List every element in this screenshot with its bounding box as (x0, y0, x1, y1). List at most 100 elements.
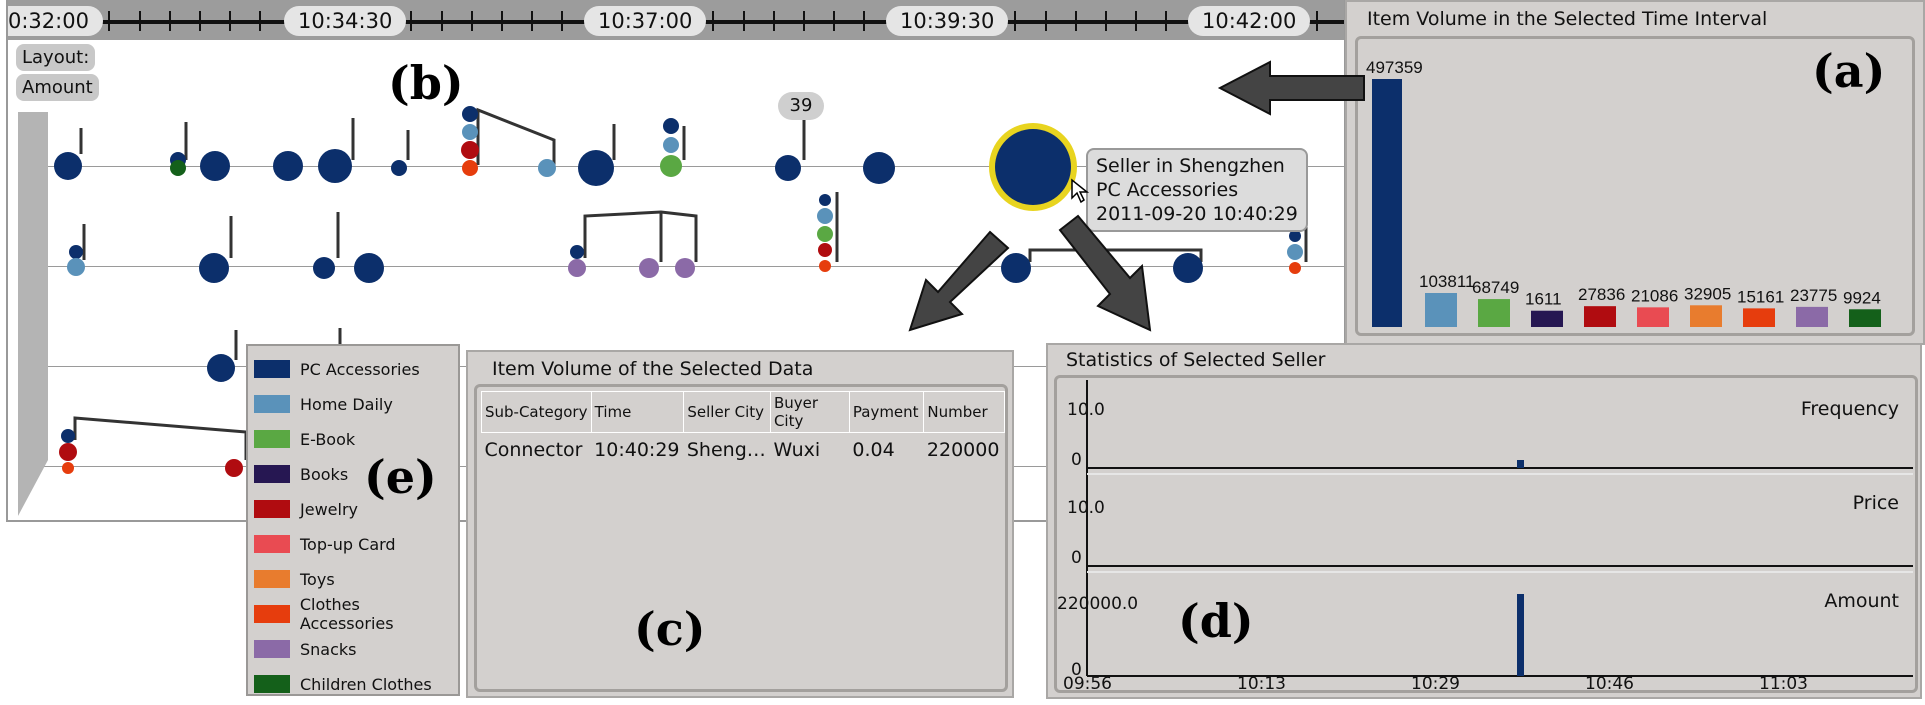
item-glyph[interactable] (660, 118, 686, 177)
volume-bar[interactable] (1796, 306, 1828, 327)
tooltip-seller: Seller in Shengzhen (1096, 155, 1285, 177)
x-tick: 11:03 (1759, 674, 1808, 694)
volume-bar[interactable] (1425, 293, 1457, 327)
selected-data-panel: Item Volume of the Selected Data Sub-Cat… (466, 350, 1014, 698)
legend-label: Snacks (300, 639, 357, 659)
legend-item[interactable]: Jewelry (254, 492, 358, 526)
item-glyph[interactable] (391, 130, 410, 176)
item-glyph[interactable] (863, 152, 895, 184)
volume-bar[interactable] (1849, 309, 1881, 327)
cell-subcategory: Connector (484, 439, 583, 461)
count-badge: 39 (778, 92, 824, 120)
item-glyph[interactable] (199, 216, 233, 283)
legend-swatch (254, 535, 290, 553)
category-legend: PC Accessories Home Daily E-Book Books Jewel… (246, 344, 460, 696)
volume-bar-label: 1611 (1525, 290, 1562, 309)
cell-seller-city: Sheng… (686, 439, 766, 461)
legend-item[interactable]: Books (254, 457, 348, 491)
legend-swatch (254, 465, 290, 483)
selected-panel-title: Item Volume of the Selected Data (492, 358, 814, 380)
item-glyph[interactable] (273, 151, 303, 181)
item-glyph[interactable] (578, 124, 616, 186)
item-glyph[interactable] (313, 212, 340, 279)
frequency-label: Frequency (1800, 398, 1899, 420)
column-header-seller-city[interactable]: Seller City (683, 391, 771, 433)
figure-label-c: (c) (634, 602, 706, 656)
legend-swatch (254, 360, 290, 378)
tooltip-category: PC Accessories (1096, 179, 1239, 201)
column-header-buyer-city[interactable]: Buyer City (769, 391, 850, 433)
legend-item[interactable]: Clothes Accessories (254, 595, 458, 633)
cell-time: 10:40:29 (594, 439, 680, 461)
item-glyph-group[interactable] (59, 416, 248, 477)
selected-item-glyph[interactable] (989, 123, 1077, 211)
price-label: Price (1852, 492, 1899, 514)
volume-bar[interactable] (1690, 305, 1722, 327)
perspective-wall (18, 112, 48, 516)
legend-item[interactable]: Home Daily (254, 387, 393, 421)
frequency-bar[interactable] (1517, 460, 1524, 468)
amount-ymax: 220000.0 (1057, 594, 1139, 614)
legend-label: Jewelry (300, 499, 358, 519)
x-tick: 09:56 (1063, 674, 1112, 694)
frequency-ymin: 0 (1071, 450, 1082, 470)
legend-item[interactable]: PC Accessories (254, 352, 420, 386)
item-glyph-group[interactable] (1001, 248, 1203, 283)
item-glyph[interactable] (817, 192, 839, 272)
tooltip: Seller in Shengzhen PC Accessories 2011-… (1086, 148, 1308, 232)
selected-data-table: Sub-Category Time Seller City Buyer City… (481, 391, 1005, 461)
price-ymin: 0 (1071, 548, 1082, 568)
item-glyph-group[interactable] (461, 106, 556, 177)
legend-swatch (254, 570, 290, 588)
volume-bar-label: 497359 (1366, 58, 1423, 77)
legend-label: Books (300, 464, 349, 484)
legend-swatch (254, 500, 290, 518)
legend-item[interactable]: E-Book (254, 422, 355, 456)
item-glyph[interactable] (200, 151, 230, 181)
legend-item[interactable]: Toys (254, 562, 335, 596)
volume-bar[interactable] (1478, 299, 1510, 327)
legend-item[interactable]: Children Clothes (254, 667, 432, 701)
volume-bar[interactable] (1743, 308, 1775, 327)
selected-table-frame: Sub-Category Time Seller City Buyer City… (474, 384, 1008, 692)
legend-label: Children Clothes (300, 674, 432, 694)
volume-bar[interactable] (1531, 310, 1563, 327)
legend-label: Top-up Card (300, 534, 396, 554)
amount-bar[interactable] (1517, 594, 1524, 676)
item-glyph[interactable] (207, 330, 238, 382)
volume-bar-label: 21086 (1631, 286, 1678, 305)
volume-bar-label: 23775 (1790, 286, 1837, 305)
table-header-row: Sub-Category Time Seller City Buyer City… (481, 391, 1005, 433)
cell-buyer-city: Wuxi (773, 439, 821, 461)
item-glyph[interactable] (318, 118, 355, 183)
volume-bar[interactable] (1637, 307, 1669, 327)
x-tick: 10:29 (1411, 674, 1460, 694)
item-glyph[interactable] (775, 118, 806, 181)
volume-bar-label: 68749 (1472, 278, 1519, 297)
price-ymax: 10.0 (1067, 498, 1105, 518)
item-glyph[interactable] (354, 253, 384, 283)
column-header-number[interactable]: Number (923, 391, 1005, 433)
item-glyph-group[interactable] (568, 210, 698, 278)
column-header-subcategory[interactable]: Sub-Category (481, 391, 592, 433)
tooltip-time: 2011-09-20 10:40:29 (1096, 203, 1298, 225)
legend-item[interactable]: Top-up Card (254, 527, 396, 561)
column-header-time[interactable]: Time (590, 391, 685, 433)
amount-label: Amount (1824, 590, 1899, 612)
volume-bar-label: 27836 (1578, 285, 1625, 304)
column-header-payment[interactable]: Payment (848, 391, 925, 433)
volume-bar[interactable] (1372, 79, 1402, 327)
volume-bar[interactable] (1584, 306, 1616, 327)
volume-bar-label: 15161 (1737, 287, 1784, 306)
item-glyph[interactable] (170, 122, 188, 176)
volume-bar-label: 103811 (1419, 272, 1474, 291)
volume-bar-label: 32905 (1684, 284, 1731, 303)
item-glyph[interactable] (54, 128, 83, 180)
table-row[interactable]: Connector 10:40:29 Sheng… Wuxi 0.04 2200… (482, 433, 1005, 461)
legend-swatch (254, 430, 290, 448)
legend-swatch (254, 640, 290, 658)
item-glyph[interactable] (67, 224, 86, 276)
mouse-cursor-icon (1071, 178, 1090, 204)
legend-item[interactable]: Snacks (254, 632, 357, 666)
x-tick: 10:46 (1585, 674, 1634, 694)
